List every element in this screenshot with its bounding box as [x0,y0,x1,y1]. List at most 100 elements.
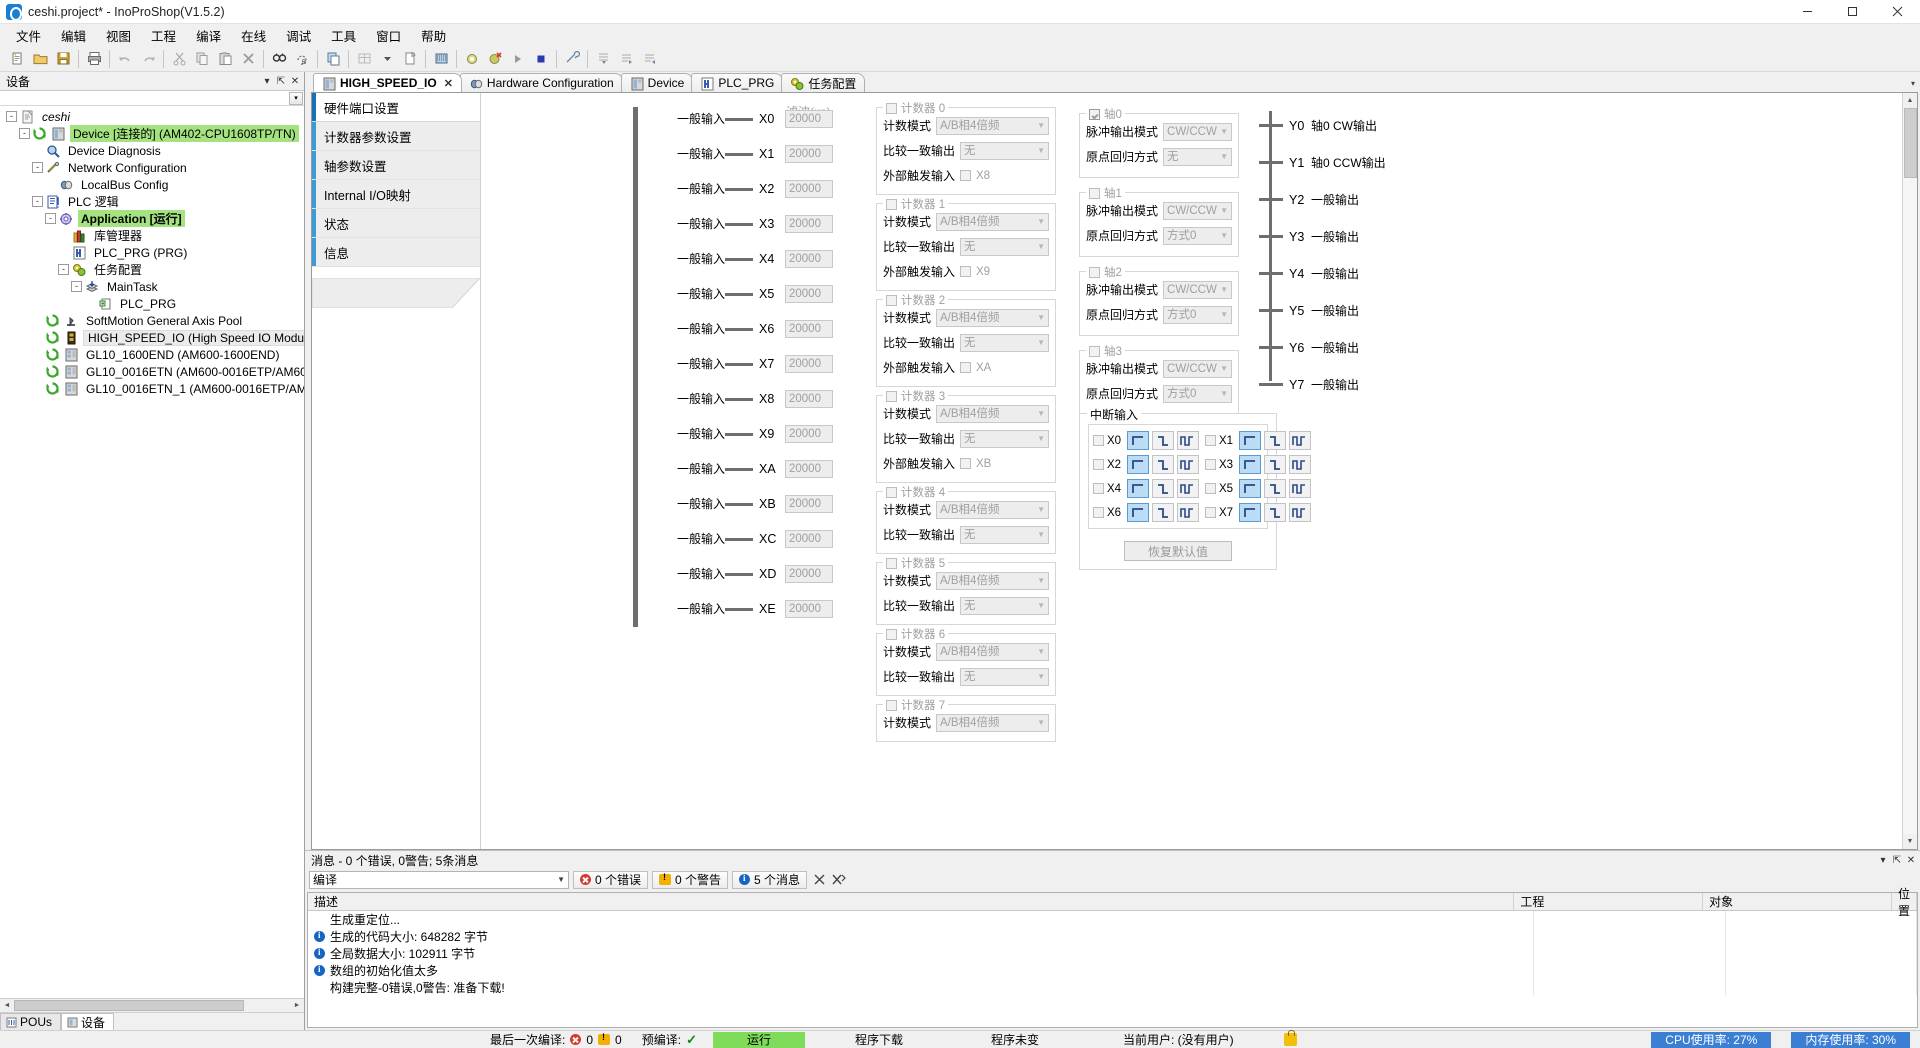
count-mode-select[interactable]: A/B相4倍频 ▼ [936,713,1049,732]
tree-expander[interactable]: - [32,196,43,207]
interrupt-enable-checkbox[interactable] [1093,435,1104,446]
scroll-track[interactable] [14,999,290,1012]
tree-item[interactable]: GL10_0016ETN_1 (AM600-0016ETP/AM600-0016… [0,380,304,397]
message-row[interactable]: 生成的代码大小: 648282 字节 [308,928,1917,945]
counter-enable-checkbox[interactable] [886,294,897,306]
axis-enable-checkbox[interactable] [1089,345,1100,357]
filter-value-input[interactable]: 20000 [785,179,833,198]
message-row[interactable]: 数组的初始化值太多 [308,962,1917,979]
falling-edge-icon[interactable] [1152,455,1174,474]
warnings-filter-button[interactable]: 0 个警告 [652,870,729,889]
both-edge-icon[interactable] [1289,503,1311,522]
clear-messages-icon[interactable] [811,872,827,888]
filter-value-input[interactable]: 20000 [785,459,833,478]
rising-edge-icon[interactable] [1127,479,1149,498]
scroll-down-icon[interactable]: ▼ [1903,834,1918,849]
home-mode-select[interactable]: 无 ▼ [1163,147,1232,166]
find-icon[interactable] [268,48,290,70]
home-mode-select[interactable]: 方式0 ▼ [1163,384,1232,403]
editor-vertical-scrollbar[interactable]: ▲ ▼ [1902,93,1917,849]
filter-value-input[interactable]: 20000 [785,354,833,373]
editor-tab--[interactable]: 任务配置 [781,73,866,92]
nav-item-5[interactable]: 信息 [312,238,480,267]
both-edge-icon[interactable] [1177,503,1199,522]
menu-item-help[interactable]: 帮助 [411,24,456,47]
rising-edge-icon[interactable] [1239,431,1261,450]
tree-item[interactable]: SoftMotion General Axis Pool [0,312,304,329]
falling-edge-icon[interactable] [1264,431,1286,450]
tree-item[interactable]: PLC_PRG [0,295,304,312]
compare-output-select[interactable]: 无 ▼ [960,525,1049,544]
rising-edge-icon[interactable] [1239,503,1261,522]
column-header-position[interactable]: 位置 [1892,887,1917,918]
pulse-mode-select[interactable]: CW/CCW ▼ [1163,201,1232,220]
both-edge-icon[interactable] [1177,479,1199,498]
pane-tab-devices[interactable]: 设备 [61,1013,115,1030]
scroll-up-icon[interactable]: ▲ [1903,93,1918,108]
count-mode-select[interactable]: A/B相4倍频 ▼ [936,404,1049,423]
scroll-left-icon[interactable]: ◄ [0,999,14,1012]
tree-item[interactable]: - 任务配置 [0,261,304,278]
falling-edge-icon[interactable] [1264,503,1286,522]
menu-item-tools[interactable]: 工具 [321,24,366,47]
filter-value-input[interactable]: 20000 [785,284,833,303]
menu-item-file[interactable]: 文件 [6,24,51,47]
tree-item[interactable]: Device Diagnosis [0,142,304,159]
editor-tab-device[interactable]: Device [620,73,694,92]
falling-edge-icon[interactable] [1264,479,1286,498]
column-header-project[interactable]: 工程 [1514,893,1704,910]
step-over-icon[interactable] [615,48,637,70]
pane-menu-icon[interactable]: ▾ [260,74,274,88]
nav-item-0[interactable]: 硬件端口设置 [312,93,480,122]
tree-item[interactable]: HIGH_SPEED_IO (High Speed IO Module) [0,329,304,346]
pane-pin-icon[interactable]: ⇱ [274,74,288,88]
filter-value-input[interactable]: 20000 [785,529,833,548]
rising-edge-icon[interactable] [1239,455,1261,474]
counter-enable-checkbox[interactable] [886,390,897,402]
new-window-icon[interactable] [399,48,421,70]
compare-output-select[interactable]: 无 ▼ [960,237,1049,256]
tree-item[interactable]: PLC_PRG (PRG) [0,244,304,261]
redo-icon[interactable] [137,48,159,70]
undo-icon[interactable] [114,48,136,70]
count-mode-select[interactable]: A/B相4倍频 ▼ [936,571,1049,590]
counter-enable-checkbox[interactable] [886,486,897,498]
scroll-thumb[interactable] [14,1000,244,1011]
pane-close-icon[interactable]: ✕ [288,74,302,88]
external-trigger-checkbox[interactable] [960,170,972,181]
paste-icon[interactable] [214,48,236,70]
tree-item[interactable]: 库管理器 [0,227,304,244]
message-row[interactable]: 构建完整-0错误,0警告: 准备下载! [308,979,1917,996]
external-trigger-checkbox[interactable] [960,266,972,277]
scroll-right-icon[interactable]: ► [290,999,304,1012]
home-mode-select[interactable]: 方式0 ▼ [1163,305,1232,324]
tree-item[interactable]: - ceshi [0,108,304,125]
counter-enable-checkbox[interactable] [886,102,897,114]
pulse-mode-select[interactable]: CW/CCW ▼ [1163,122,1232,141]
tree-expander[interactable]: - [6,111,17,122]
filter-value-input[interactable]: 20000 [785,109,833,128]
interrupt-enable-checkbox[interactable] [1205,435,1216,446]
count-mode-select[interactable]: A/B相4倍频 ▼ [936,500,1049,519]
interrupt-enable-checkbox[interactable] [1205,507,1216,518]
filter-value-input[interactable]: 20000 [785,564,833,583]
rising-edge-icon[interactable] [1127,431,1149,450]
step-into-icon[interactable] [592,48,614,70]
menu-item-debug[interactable]: 调试 [276,24,321,47]
filter-value-input[interactable]: 20000 [785,424,833,443]
tree-expander[interactable]: - [71,281,82,292]
interrupt-enable-checkbox[interactable] [1093,459,1104,470]
counter-enable-checkbox[interactable] [886,557,897,569]
filter-value-input[interactable]: 20000 [785,144,833,163]
run-icon[interactable] [507,48,529,70]
nav-item-1[interactable]: 计数器参数设置 [312,122,480,151]
count-mode-select[interactable]: A/B相4倍频 ▼ [936,116,1049,135]
interrupt-enable-checkbox[interactable] [1093,483,1104,494]
rising-edge-icon[interactable] [1239,479,1261,498]
print-icon[interactable] [83,48,105,70]
message-row[interactable]: 全局数据大小: 102911 字节 [308,945,1917,962]
save-project-icon[interactable] [52,48,74,70]
compare-output-select[interactable]: 无 ▼ [960,596,1049,615]
messages-pin-icon[interactable]: ⇱ [1890,853,1904,867]
scroll-track[interactable] [1902,108,1917,834]
